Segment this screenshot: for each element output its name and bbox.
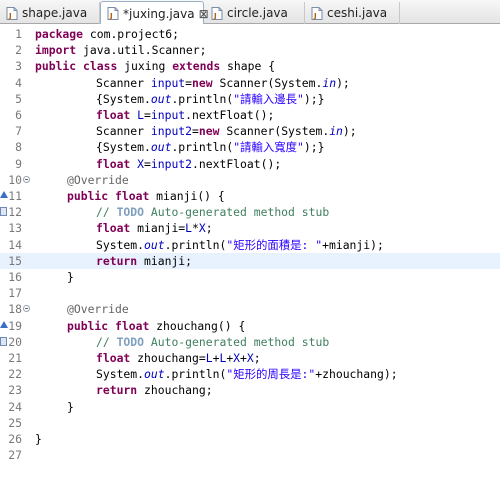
override-arrow-icon[interactable] xyxy=(0,320,8,328)
code-text[interactable]: public float zhouchang() { xyxy=(67,318,245,335)
code-line[interactable]: 26} xyxy=(0,431,500,448)
code-text[interactable]: {System.out.println("請輸入邊長");} xyxy=(96,91,324,108)
code-text[interactable]: System.out.println("矩形的周長是:"+zhouchang); xyxy=(96,366,398,383)
code-line[interactable]: 2 import java.util.Scanner; xyxy=(0,42,500,59)
line-number: 15 xyxy=(8,253,22,268)
code-line[interactable]: 5 {System.out.println("請輸入邊長");} xyxy=(0,91,500,108)
java-file-icon: J xyxy=(211,6,223,20)
code-text[interactable]: Scanner input2=new Scanner(System.in); xyxy=(96,123,357,140)
code-text[interactable]: return mianji; xyxy=(96,253,192,270)
tab-label: *juxing.java xyxy=(123,6,195,21)
code-line[interactable]: 25 xyxy=(0,415,500,432)
code-text[interactable]: } xyxy=(35,431,42,448)
line-number: 22 xyxy=(8,367,22,382)
line-number: 1 xyxy=(15,27,22,41)
code-line[interactable]: 11 public float mianji() { xyxy=(0,188,500,205)
code-line[interactable]: 21 float zhouchang=L+L+X+X; xyxy=(0,350,500,367)
svg-text:J: J xyxy=(8,12,12,20)
tab-circle-java[interactable]: J circle.java xyxy=(205,2,305,24)
svg-text:J: J xyxy=(109,12,113,20)
code-line[interactable]: 20// TODO Auto-generated method stub xyxy=(0,334,500,351)
tab-juxing-java[interactable]: J *juxing.java ⊠ xyxy=(100,1,209,25)
code-line[interactable]: 17 xyxy=(0,285,500,302)
line-number: 9 xyxy=(15,156,22,171)
code-line[interactable]: 16} xyxy=(0,269,500,286)
line-number: 16 xyxy=(8,270,22,284)
code-editor[interactable]: 1 package com.project6; 2 import java.util.… xyxy=(0,24,500,486)
line-number: 26 xyxy=(8,432,22,446)
tab-label: circle.java xyxy=(227,6,288,20)
code-text[interactable]: // TODO Auto-generated method stub xyxy=(96,204,329,221)
code-line[interactable]: 27 xyxy=(0,447,500,464)
code-line[interactable]: 19 public float zhouchang() { xyxy=(0,318,500,335)
code-line[interactable]: 8 {System.out.println("請輸入寬度");} xyxy=(0,139,500,156)
code-text[interactable]: float mianji=L*X; xyxy=(96,220,213,237)
task-icon[interactable] xyxy=(0,336,7,346)
code-text[interactable]: } xyxy=(67,269,74,286)
collapse-icon[interactable] xyxy=(23,175,30,183)
line-number: 14 xyxy=(8,237,22,252)
code-text[interactable]: public float mianji() { xyxy=(67,188,225,205)
task-icon[interactable] xyxy=(0,207,7,217)
editor-tab-bar: J shape.java J *juxing.java ⊠ J circle.j… xyxy=(0,0,500,25)
code-line[interactable]: 18 @Override xyxy=(0,301,500,318)
tab-label: shape.java xyxy=(22,6,88,20)
line-number: 13 xyxy=(8,221,22,236)
line-number: 17 xyxy=(8,286,22,301)
code-text[interactable]: @Override xyxy=(67,301,129,318)
code-text[interactable]: @Override xyxy=(67,172,129,189)
override-arrow-icon[interactable] xyxy=(0,191,8,198)
code-text[interactable]: float zhouchang=L+L+X+X; xyxy=(96,350,261,367)
code-line[interactable]: 12// TODO Auto-generated method stub xyxy=(0,204,500,221)
code-line[interactable]: 24} xyxy=(0,399,500,416)
code-text[interactable]: System.out.println("矩形的面積是: "+mianji); xyxy=(96,237,384,254)
code-text[interactable]: import java.util.Scanner; xyxy=(35,42,206,59)
code-text[interactable]: Scanner input=new Scanner(System.in); xyxy=(96,75,350,92)
code-text[interactable]: float L=input.nextFloat(); xyxy=(96,107,274,124)
code-line[interactable]: 1 package com.project6; xyxy=(0,26,500,43)
code-line[interactable]: 15 return mianji; xyxy=(0,252,500,270)
svg-text:J: J xyxy=(213,12,217,20)
tab-ceshi-java[interactable]: J ceshi.java xyxy=(305,2,400,24)
code-line[interactable]: 3 public class juxing extends shape { xyxy=(0,58,500,75)
line-number: 24 xyxy=(8,399,22,414)
code-line[interactable]: 14 System.out.println("矩形的面積是: "+mianji); xyxy=(0,237,500,254)
tab-shape-java[interactable]: J shape.java xyxy=(0,2,100,24)
line-number: 10 xyxy=(8,172,22,187)
line-number: 3 xyxy=(15,59,22,74)
line-number: 6 xyxy=(15,108,22,122)
line-number: 4 xyxy=(15,75,22,90)
code-line[interactable]: 6 float L=input.nextFloat(); xyxy=(0,107,500,124)
line-number: 23 xyxy=(8,383,22,398)
line-number: 2 xyxy=(15,43,22,58)
code-line[interactable]: 22 System.out.println("矩形的周長是:"+zhouchang… xyxy=(0,366,500,383)
line-number: 8 xyxy=(15,140,22,155)
line-number: 7 xyxy=(15,124,22,139)
line-number: 5 xyxy=(15,91,22,106)
line-number: 27 xyxy=(8,448,22,463)
java-file-icon: J xyxy=(311,6,323,20)
code-text[interactable]: return zhouchang; xyxy=(96,382,213,399)
code-line[interactable]: 10 @Override xyxy=(0,172,500,189)
code-line[interactable]: 23 return zhouchang; xyxy=(0,382,500,399)
code-line[interactable]: 9 float X=input2.nextFloat(); xyxy=(0,156,500,173)
svg-text:J: J xyxy=(313,12,317,20)
code-text[interactable]: float X=input2.nextFloat(); xyxy=(96,156,281,173)
line-number: 21 xyxy=(8,351,22,365)
java-file-icon: J xyxy=(6,6,18,20)
java-file-icon: J xyxy=(107,7,119,20)
line-number: 18 xyxy=(8,302,22,317)
code-text[interactable]: public class juxing extends shape { xyxy=(35,58,275,75)
code-line[interactable]: 4 Scanner input=new Scanner(System.in); xyxy=(0,75,500,92)
line-number: 25 xyxy=(8,415,22,430)
code-text[interactable]: package com.project6; xyxy=(35,26,179,43)
tab-label: ceshi.java xyxy=(327,6,388,20)
collapse-icon[interactable] xyxy=(23,305,30,313)
code-text[interactable]: {System.out.println("請輸入寬度");} xyxy=(96,139,324,156)
code-line[interactable]: 7 Scanner input2=new Scanner(System.in); xyxy=(0,123,500,140)
code-text[interactable]: // TODO Auto-generated method stub xyxy=(96,334,329,351)
code-text[interactable]: } xyxy=(67,399,74,416)
code-line[interactable]: 13 float mianji=L*X; xyxy=(0,220,500,237)
